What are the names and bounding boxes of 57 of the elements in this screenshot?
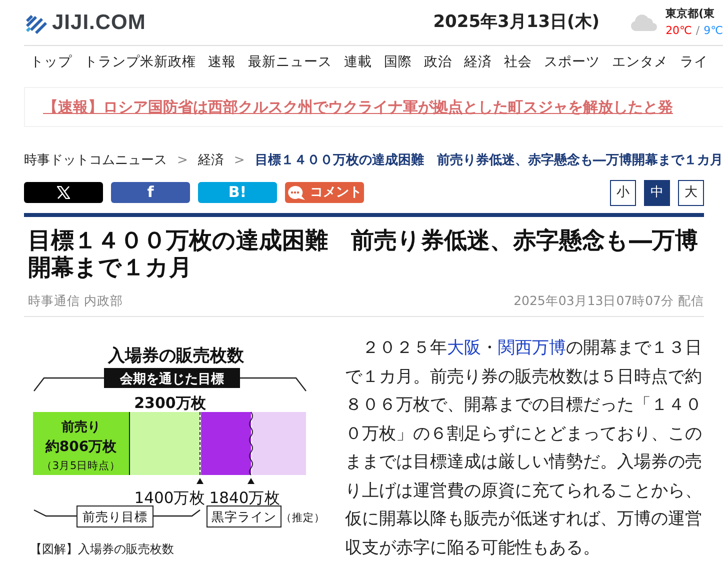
nav-link[interactable]: 連載 bbox=[344, 52, 372, 73]
presale-count: 約806万枚 bbox=[45, 439, 117, 456]
total-target-label: 2300万枚 bbox=[134, 394, 206, 412]
figure-caption: 【図解】入場券の販売枚数 bbox=[30, 541, 175, 558]
article-title: 目標１４００万枚の達成困難 前売り券低迷、赤字懸念も―万博開幕まで１カ月 bbox=[28, 228, 699, 282]
site-name[interactable]: JIJI.COM bbox=[52, 6, 146, 38]
nav-link[interactable]: 速報 bbox=[208, 52, 236, 73]
presale-target-count: 1400万枚 bbox=[134, 489, 206, 508]
publish-timestamp: 2025年03月13日07時07分 配信 bbox=[514, 292, 704, 310]
breadcrumb-link[interactable]: 経済 bbox=[198, 151, 224, 170]
presale-target-label: 前売り目標 bbox=[76, 506, 154, 528]
nav-link[interactable]: 社会 bbox=[504, 52, 532, 73]
nav-link[interactable]: 経済 bbox=[464, 52, 492, 73]
breadcrumb-link[interactable]: 目標１４００万枚の達成困難 前売り券低迷、赤字懸念も―万博開幕まで１カ月 bbox=[254, 151, 723, 170]
font-size-button[interactable]: 中 bbox=[644, 180, 670, 206]
cloud-icon bbox=[630, 14, 658, 32]
nav-link[interactable]: トランプ米新政権 bbox=[84, 52, 196, 73]
nav-link[interactable]: スポーツ bbox=[544, 52, 600, 73]
figure-title: 入場券の販売枚数 bbox=[108, 346, 244, 366]
bar-segment bbox=[252, 412, 306, 476]
bar-segment bbox=[201, 412, 251, 476]
weather-location: 東京都(東 bbox=[666, 6, 715, 22]
wavy-line bbox=[249, 412, 253, 476]
breadcrumb-separator: > bbox=[177, 152, 188, 170]
font-size-button[interactable]: 大 bbox=[678, 180, 704, 206]
estimate-note: （推定） bbox=[281, 512, 324, 524]
nav-link[interactable]: トップ bbox=[30, 52, 72, 73]
article-link[interactable]: 関西万博 bbox=[498, 337, 566, 358]
presale-date-note: （3月5日時点） bbox=[41, 460, 121, 472]
breakeven-label: 黒字ライン bbox=[206, 506, 282, 528]
comment-button[interactable]: コメント bbox=[285, 182, 364, 203]
triangle-marker-icon bbox=[196, 478, 204, 484]
nav-link[interactable]: ライ bbox=[680, 52, 708, 73]
breadcrumb-link[interactable]: 時事ドットコムニュース bbox=[24, 151, 167, 170]
speech-bubble-icon bbox=[287, 184, 306, 200]
triangle-marker-icon bbox=[248, 478, 254, 484]
nav-link[interactable]: 国際 bbox=[384, 52, 412, 73]
x-share-button[interactable] bbox=[24, 182, 103, 203]
bar-divider bbox=[129, 412, 130, 476]
facebook-share-button[interactable]: f bbox=[111, 182, 190, 203]
nav-link[interactable]: 最新ニュース bbox=[248, 52, 332, 73]
byline: 時事通信 内政部 bbox=[28, 292, 123, 310]
breadcrumb-separator: > bbox=[234, 152, 245, 170]
font-size-button[interactable]: 小 bbox=[610, 180, 636, 206]
bar-segment bbox=[130, 412, 200, 476]
article-body: ２０２５年大阪・関西万博の開幕まで１３日で１カ月。前売り券の販売枚数は５日時点で約８０６万枚で、開幕までの目標だった「１４００万枚」の６割足らずにとどまっており、このままでは目標達成は厳しい情勢だ。入場券の売り上げは運営費の原資に充てられることから、仮に開幕以降も販売が低迷すれば、万博の運営収支が赤字に陥る可能性もある。 bbox=[345, 336, 703, 559]
date-text: 2025年3月13日(木) bbox=[433, 10, 600, 34]
nav-link[interactable]: 政治 bbox=[424, 52, 452, 73]
target-label: 会期を通じた目標 bbox=[104, 368, 240, 388]
low-temperature: 9℃ bbox=[704, 22, 723, 38]
high-temperature: 20℃ bbox=[666, 22, 692, 38]
temperature-separator: / bbox=[696, 22, 700, 38]
breakeven-count: 1840万枚 bbox=[209, 489, 281, 508]
article-link[interactable]: 大阪 bbox=[446, 337, 481, 358]
nav-link[interactable]: エンタメ bbox=[612, 52, 668, 73]
x-logo-icon bbox=[57, 186, 70, 199]
presale-label: 前売り bbox=[62, 420, 100, 436]
